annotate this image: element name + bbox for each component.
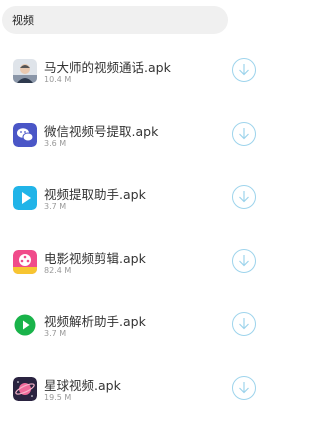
play-icon xyxy=(13,186,37,210)
file-size: 10.4 M xyxy=(44,75,72,84)
download-arrow-icon xyxy=(239,254,249,266)
download-button[interactable] xyxy=(232,185,256,209)
file-name: 马大师的视频通话.apk xyxy=(44,60,171,75)
file-name: 电影视频剪辑.apk xyxy=(44,250,146,266)
download-button[interactable] xyxy=(232,375,256,400)
file-name: 视频提取助手.apk xyxy=(44,187,146,202)
file-size: 19.5 M xyxy=(44,392,72,402)
file-name: 星球视频.apk xyxy=(44,377,121,393)
list-item[interactable]: 电影视频剪辑.apk 82.4 M xyxy=(0,231,270,295)
list-item[interactable]: 微信视频号提取.apk 3.6 M xyxy=(0,104,270,168)
download-button[interactable] xyxy=(232,312,256,336)
download-button[interactable] xyxy=(232,58,256,82)
list-item[interactable]: 马大师的视频通话.apk 10.4 M xyxy=(0,40,270,104)
file-name: 视频解析助手.apk xyxy=(44,314,146,329)
file-size: 82.4 M xyxy=(44,265,72,275)
planet-icon xyxy=(13,376,37,401)
film-reel-icon xyxy=(13,249,37,274)
search-bar[interactable]: 视频 xyxy=(2,6,228,34)
file-size: 3.7 M xyxy=(44,329,67,338)
green-play-icon xyxy=(13,313,37,337)
file-name: 微信视频号提取.apk xyxy=(44,123,159,139)
list-item[interactable]: 视频解析助手.apk 3.7 M xyxy=(0,294,270,358)
download-arrow-icon xyxy=(239,318,249,330)
file-size: 3.7 M xyxy=(44,202,67,211)
download-button[interactable] xyxy=(232,121,256,146)
file-size: 3.6 M xyxy=(44,138,67,148)
list-item[interactable]: 星球视频.apk 19.5 M xyxy=(0,358,270,422)
download-arrow-icon xyxy=(239,64,249,76)
download-arrow-icon xyxy=(239,127,249,139)
download-button[interactable] xyxy=(232,248,256,273)
file-list: 马大师的视频通话.apk 10.4 M 微信视频号提取.apk 3.6 M 视频… xyxy=(0,40,270,421)
search-query: 视频 xyxy=(12,14,34,27)
list-item[interactable]: 视频提取助手.apk 3.7 M xyxy=(0,167,270,231)
download-arrow-icon xyxy=(239,381,249,393)
person-photo-icon xyxy=(13,59,37,83)
download-arrow-icon xyxy=(239,191,249,203)
wechat-icon xyxy=(13,122,37,147)
